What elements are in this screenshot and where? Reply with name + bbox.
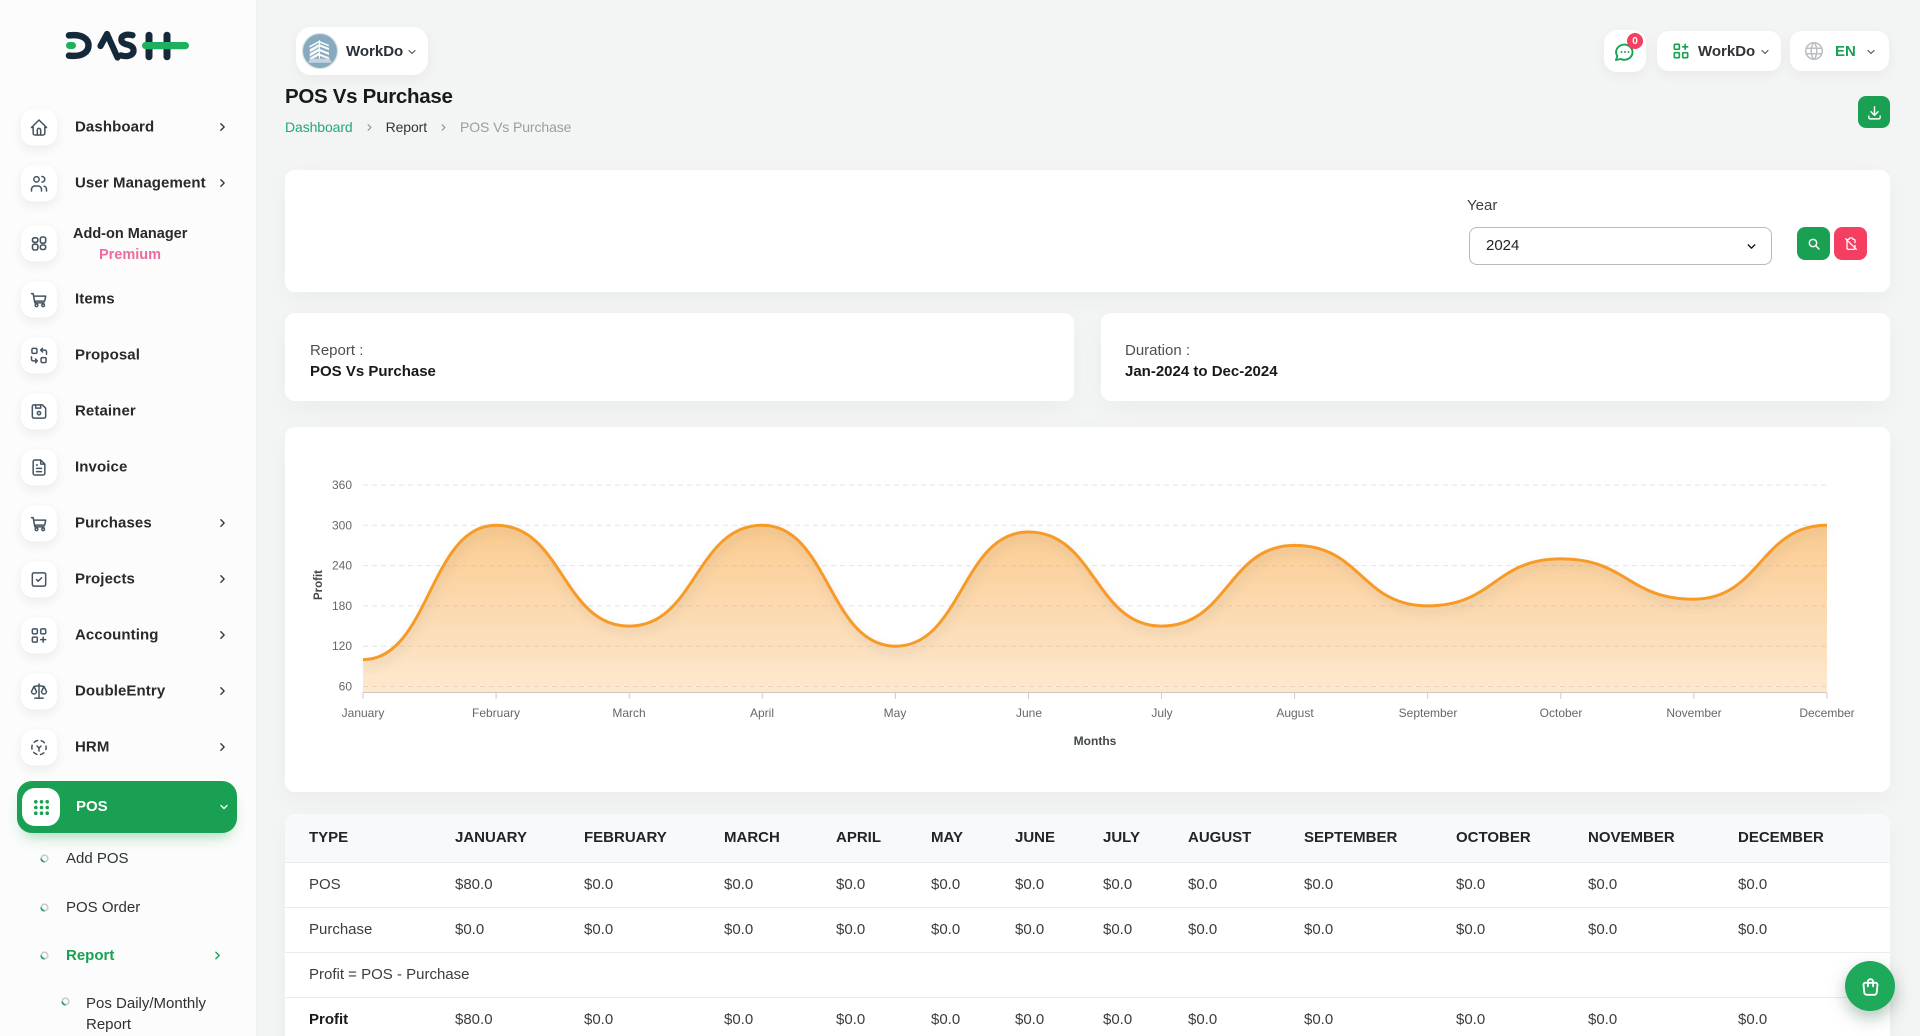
svg-text:May: May [884,706,907,720]
svg-text:February: February [472,706,520,720]
svg-text:October: October [1540,706,1583,720]
svg-text:March: March [612,706,645,720]
svg-text:120: 120 [332,639,352,653]
svg-text:April: April [750,706,774,720]
svg-text:December: December [1799,706,1854,720]
svg-text:360: 360 [332,478,352,492]
svg-text:July: July [1151,706,1172,720]
svg-text:60: 60 [339,680,353,694]
svg-text:Months: Months [1074,734,1117,748]
svg-text:November: November [1666,706,1721,720]
svg-text:180: 180 [332,599,352,613]
svg-text:June: June [1016,706,1042,720]
svg-text:January: January [342,706,385,720]
svg-text:August: August [1276,706,1314,720]
svg-text:300: 300 [332,518,352,532]
svg-text:240: 240 [332,559,352,573]
svg-text:September: September [1399,706,1458,720]
svg-text:Profit: Profit [313,570,325,600]
